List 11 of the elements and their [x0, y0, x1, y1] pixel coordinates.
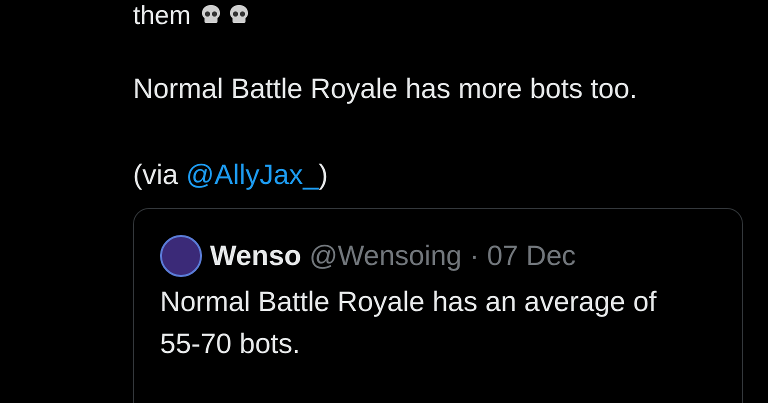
post-text: (via @AllyJax_)	[133, 159, 329, 191]
mention-link[interactable]: @AllyJax_	[186, 159, 319, 190]
author-name: Wenso	[210, 239, 302, 273]
post-text: them	[133, 0, 191, 30]
quoted-post-text: Normal Battle Royale has an average of 55-70 bots.	[160, 285, 658, 361]
quoted-post-card[interactable]: Wenso @Wensoing · 07 Dec Normal Battle Royale has an average of 55-70 bots.	[133, 208, 743, 403]
post-text: Normal Battle Royale has more bots too.	[133, 73, 638, 105]
avatar	[160, 235, 202, 277]
author-handle: @Wensoing	[309, 239, 462, 273]
separator: ·	[470, 239, 480, 273]
post-date: 07 Dec	[487, 239, 576, 273]
